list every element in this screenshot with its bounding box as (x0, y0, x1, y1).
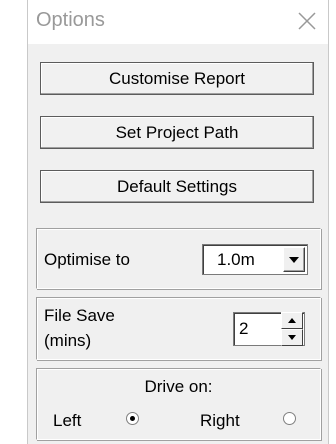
drive-right-radio[interactable] (283, 412, 296, 425)
default-settings-button[interactable]: Default Settings (40, 170, 314, 203)
optimise-label: Optimise to (44, 250, 130, 269)
drive-on-label: Drive on: (144, 377, 213, 396)
drive-left-label: Left (53, 411, 82, 430)
title-bar: Options (28, 0, 328, 44)
file-save-panel: File Save (mins) 2 (36, 297, 321, 360)
spin-down-icon (288, 335, 296, 340)
file-save-unit-label: (mins) (44, 331, 92, 350)
optimise-value: 1.0m (217, 250, 255, 269)
optimise-select[interactable]: 1.0m (202, 244, 308, 275)
close-icon (298, 12, 316, 30)
customise-report-button[interactable]: Customise Report (40, 62, 314, 95)
spin-up-button[interactable] (281, 312, 303, 329)
file-save-value: 2 (239, 319, 249, 338)
file-save-spinner (281, 312, 303, 346)
spin-up-icon (288, 318, 296, 323)
window-title: Options (36, 9, 105, 31)
radio-selected-dot (130, 416, 135, 421)
optimise-panel: Optimise to 1.0m (36, 228, 321, 289)
optimise-dropdown-button[interactable] (283, 247, 305, 272)
drive-on-panel: Drive on: Left Right (36, 368, 321, 440)
set-project-path-button[interactable]: Set Project Path (40, 116, 314, 149)
drive-right-label: Right (200, 411, 240, 430)
options-window: Options Customise Report Set Project Pat… (27, 0, 329, 444)
drive-left-radio[interactable] (126, 412, 139, 425)
chevron-down-icon (289, 256, 299, 263)
spin-down-button[interactable] (281, 329, 303, 346)
close-button[interactable] (292, 6, 322, 36)
file-save-label: File Save (44, 306, 115, 325)
